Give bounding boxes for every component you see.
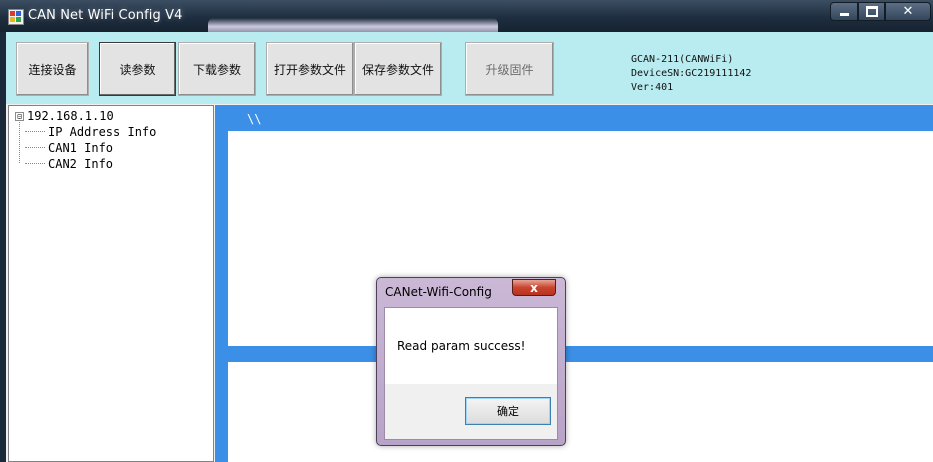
download-params-button[interactable]: 下载参数: [178, 42, 256, 96]
param-panel-bottom[interactable]: [228, 362, 933, 462]
app-grid-icon[interactable]: [8, 9, 24, 25]
upgrade-firmware-button[interactable]: 升级固件: [465, 42, 554, 96]
minimize-icon: [839, 13, 849, 16]
tree-connector-line: [19, 118, 20, 163]
path-label: \\: [247, 112, 262, 126]
ok-button[interactable]: 确定: [465, 397, 551, 425]
tree-root[interactable]: ⊟ 192.168.1.10: [15, 109, 114, 123]
collapse-icon[interactable]: ⊟: [15, 111, 24, 121]
device-version: Ver:401: [631, 82, 674, 93]
dialog-title: CANet-Wifi-Config: [385, 285, 492, 299]
tree-root-label: 192.168.1.10: [27, 109, 114, 123]
minimize-button[interactable]: [830, 2, 858, 21]
tree-branch: [25, 131, 45, 133]
close-icon: x: [530, 280, 538, 295]
tree-item-label: CAN2 Info: [48, 157, 114, 171]
dialog-message-area: Read param success!: [385, 308, 557, 384]
dialog-close-button[interactable]: x: [512, 279, 556, 296]
title-glow: [208, 18, 498, 32]
dialog-body: Read param success! 确定: [384, 307, 558, 440]
window-title: CAN Net WiFi Config V4: [28, 8, 183, 23]
dialog-message: Read param success!: [397, 339, 526, 353]
save-param-file-button[interactable]: 保存参数文件: [354, 42, 442, 96]
tree-item-ip-address-info[interactable]: IP Address Info: [25, 125, 156, 139]
close-icon: ✕: [902, 4, 914, 19]
tree-branch: [25, 147, 45, 149]
tree-item-can1-info[interactable]: CAN1 Info: [25, 141, 113, 155]
device-tree[interactable]: ⊟ 192.168.1.10 IP Address Info CAN1 Info…: [8, 105, 214, 462]
device-info: GCAN-211(CANWiFi) DeviceSN:GC219111142 V…: [631, 53, 751, 95]
connect-device-button[interactable]: 连接设备: [16, 42, 89, 96]
param-panel-top[interactable]: [228, 131, 933, 346]
message-dialog[interactable]: CANet-Wifi-Config x Read param success! …: [376, 277, 566, 446]
tree-item-label: IP Address Info: [48, 125, 157, 139]
close-button[interactable]: ✕: [885, 2, 931, 21]
device-model: GCAN-211(CANWiFi): [631, 54, 734, 65]
tree-branch: [25, 163, 45, 165]
title-bar[interactable]: CAN Net WiFi Config V4 ✕: [0, 0, 933, 32]
tree-item-can2-info[interactable]: CAN2 Info: [25, 157, 113, 171]
maximize-button[interactable]: [858, 2, 885, 21]
read-params-button[interactable]: 读参数: [99, 42, 176, 96]
open-param-file-button[interactable]: 打开参数文件: [266, 42, 354, 96]
toolbar: 连接设备 读参数 下载参数 打开参数文件 保存参数文件 升级固件 GCAN-21…: [6, 32, 933, 104]
tree-item-label: CAN1 Info: [48, 141, 114, 155]
device-serial: DeviceSN:GC219111142: [631, 68, 752, 79]
window-controls: ✕: [830, 2, 931, 21]
maximize-icon: [865, 6, 878, 17]
